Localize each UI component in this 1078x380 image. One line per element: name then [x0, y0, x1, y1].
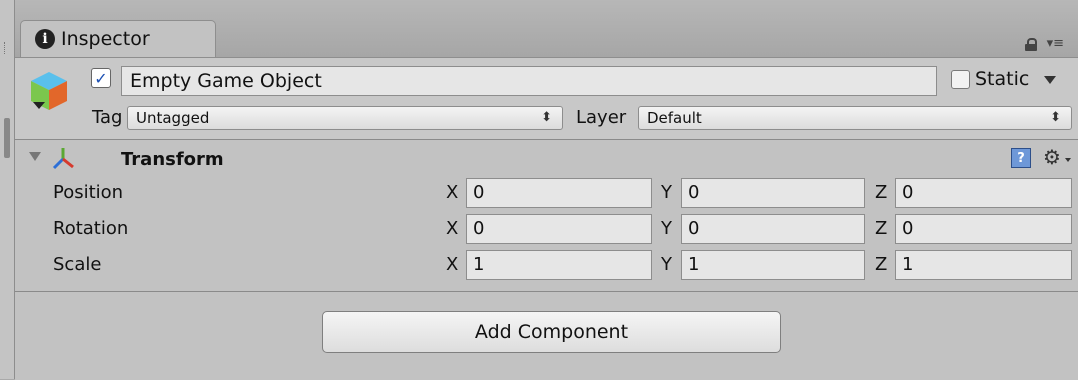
axis-y-label: Y: [661, 254, 672, 275]
axis-x-label: X: [446, 218, 459, 239]
scrollbar-thumb[interactable]: [4, 118, 10, 158]
object-name-field[interactable]: Empty Game Object: [121, 66, 937, 96]
gear-caret-icon: [1065, 158, 1071, 162]
rotation-x-field[interactable]: 0: [466, 214, 652, 244]
axis-x-label: X: [446, 254, 459, 275]
select-arrows-icon: ⬍: [541, 110, 552, 125]
lock-icon[interactable]: [1024, 37, 1037, 51]
axis-z-label: Z: [875, 182, 888, 203]
static-checkbox[interactable]: [951, 70, 970, 89]
layer-select[interactable]: Default ⬍: [638, 106, 1072, 130]
static-label: Static: [975, 68, 1030, 90]
position-y-field[interactable]: 0: [681, 178, 865, 208]
scale-x-field[interactable]: 1: [466, 250, 652, 280]
scale-z-field[interactable]: 1: [895, 250, 1072, 280]
resize-grip[interactable]: [4, 42, 10, 54]
divider: [15, 291, 1078, 292]
tag-select[interactable]: Untagged ⬍: [127, 106, 563, 130]
position-x-field[interactable]: 0: [466, 178, 652, 208]
layer-value: Default: [647, 109, 702, 127]
gear-icon[interactable]: ⚙: [1043, 145, 1061, 169]
tab-inspector[interactable]: i Inspector: [20, 20, 216, 57]
axis-z-label: Z: [875, 254, 888, 275]
game-object-header: ✓ Empty Game Object Static Tag Untagged …: [15, 58, 1078, 140]
chevron-down-icon[interactable]: [33, 102, 45, 109]
tag-value: Untagged: [136, 109, 210, 127]
left-panel-edge: [0, 0, 15, 379]
layer-label: Layer: [576, 107, 627, 128]
axis-x-label: X: [446, 182, 459, 203]
transform-title: Transform: [121, 149, 224, 170]
select-arrows-icon: ⬍: [1050, 110, 1061, 125]
axis-z-label: Z: [875, 218, 888, 239]
rotation-z-field[interactable]: 0: [895, 214, 1072, 244]
rotation-y-field[interactable]: 0: [681, 214, 865, 244]
inspector-panel: ✓ Empty Game Object Static Tag Untagged …: [15, 57, 1078, 380]
scale-row: Scale X 1 Y 1 Z 1: [15, 250, 1078, 280]
transform-axes-icon: [52, 148, 74, 170]
position-row: Position X 0 Y 0 Z 0: [15, 178, 1078, 208]
foldout-arrow-icon[interactable]: [29, 152, 41, 161]
scale-label: Scale: [53, 254, 102, 275]
position-label: Position: [53, 182, 124, 203]
active-checkbox[interactable]: ✓: [91, 68, 111, 88]
static-dropdown-icon[interactable]: [1044, 76, 1056, 84]
add-component-button[interactable]: Add Component: [322, 311, 781, 353]
menu-icon[interactable]: ▾≡: [1047, 36, 1064, 51]
tab-tools: ▾≡: [1024, 36, 1064, 51]
help-icon[interactable]: ?: [1011, 148, 1031, 168]
tag-label: Tag: [92, 107, 123, 128]
transform-component-header[interactable]: Transform ? ⚙: [15, 142, 1078, 176]
rotation-row: Rotation X 0 Y 0 Z 0: [15, 214, 1078, 244]
position-z-field[interactable]: 0: [895, 178, 1072, 208]
axis-y-label: Y: [661, 218, 672, 239]
scale-y-field[interactable]: 1: [681, 250, 865, 280]
axis-y-label: Y: [661, 182, 672, 203]
tab-title: Inspector: [61, 28, 150, 50]
info-icon: i: [35, 29, 55, 49]
rotation-label: Rotation: [53, 218, 129, 239]
